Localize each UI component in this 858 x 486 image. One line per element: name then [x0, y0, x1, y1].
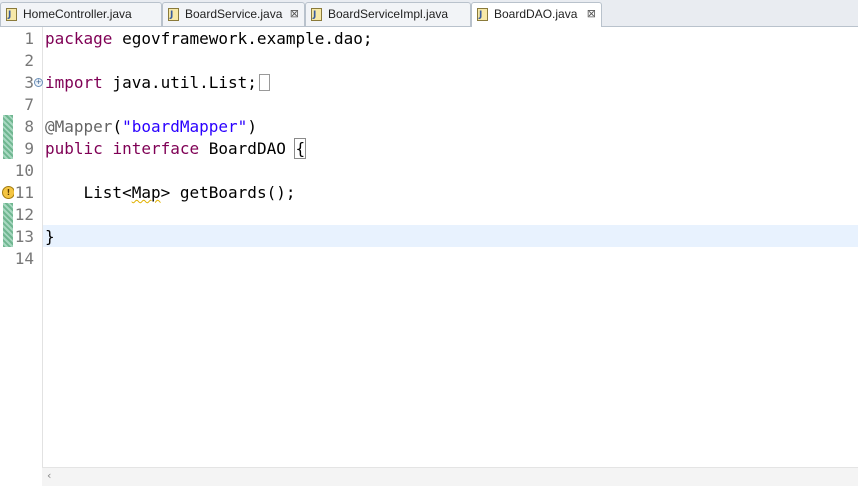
tab-label: BoardService.java	[185, 7, 283, 21]
expand-fold-icon[interactable]: +	[34, 78, 43, 87]
string-literal: "boardMapper"	[122, 117, 248, 136]
warning-squiggle: Map	[131, 183, 161, 202]
tab-homecontroller[interactable]: HomeController.java	[0, 2, 162, 26]
line-number: 3	[24, 73, 34, 92]
code-text: (	[112, 117, 123, 136]
line-number: 12	[14, 205, 34, 224]
line-number: 14	[14, 249, 34, 268]
editor-tab-bar: HomeController.java BoardService.java ⊠ …	[0, 0, 858, 27]
line-number-gutter: 1 2 3 7 8 9 10 11 12 13 14	[14, 27, 43, 467]
line-number: 8	[24, 117, 34, 136]
code-text: )	[247, 117, 257, 136]
code-text: egovframework.example.dao;	[112, 29, 373, 48]
line-number: 13	[14, 227, 34, 246]
folded-imports-box[interactable]	[258, 74, 270, 91]
tab-label: HomeController.java	[23, 7, 132, 21]
line-number: 10	[14, 161, 34, 180]
line-number: 7	[24, 95, 34, 114]
tab-label: BoardDAO.java	[494, 7, 578, 21]
code-line-package[interactable]: package egovframework.example.dao;	[45, 28, 373, 50]
close-tab-icon[interactable]: ⊠	[587, 3, 596, 25]
java-file-icon	[477, 4, 488, 26]
code-line-close-brace[interactable]: }	[45, 226, 55, 248]
matching-brace: {	[294, 138, 307, 159]
java-file-icon	[6, 4, 17, 26]
change-marker	[3, 203, 13, 247]
keyword: import	[45, 73, 103, 92]
scroll-left-arrow-icon[interactable]: ‹	[47, 469, 51, 482]
tab-boarddao[interactable]: BoardDAO.java ⊠	[471, 2, 602, 27]
keyword: package	[45, 29, 113, 48]
close-tab-icon[interactable]: ⊠	[290, 3, 299, 25]
code-text: List<	[45, 183, 132, 202]
tab-boardservice[interactable]: BoardService.java ⊠	[162, 2, 305, 26]
annotation: @Mapper	[45, 117, 113, 136]
horizontal-scrollbar[interactable]: ‹	[42, 467, 858, 486]
code-line-method[interactable]: List<Map> getBoards();	[45, 182, 296, 204]
line-number: 2	[24, 51, 34, 70]
code-line-interface[interactable]: public interface BoardDAO {	[45, 138, 307, 160]
current-line-highlight	[42, 225, 858, 247]
change-marker	[3, 115, 13, 159]
keyword: public	[45, 139, 103, 158]
java-file-icon	[311, 4, 322, 26]
code-line-annotation[interactable]: @Mapper("boardMapper")	[45, 116, 257, 138]
keyword: interface	[112, 139, 200, 158]
overview-ruler: !	[0, 27, 15, 467]
code-text: BoardDAO	[199, 139, 296, 158]
tab-boardserviceimpl[interactable]: BoardServiceImpl.java	[305, 2, 471, 26]
java-file-icon	[168, 4, 179, 26]
code-line-import[interactable]: import java.util.List;	[45, 72, 270, 94]
code-text: }	[45, 227, 55, 246]
line-number: 11	[14, 183, 34, 202]
code-text: java.util.List;	[102, 73, 257, 92]
code-text: > getBoards();	[160, 183, 296, 202]
tab-label: BoardServiceImpl.java	[328, 7, 449, 21]
line-number: 9	[24, 139, 34, 158]
line-number: 1	[24, 29, 34, 48]
code-editor[interactable]: ! 1 2 3 7 8 9 10 11 12 13 14 + package e…	[0, 27, 858, 486]
